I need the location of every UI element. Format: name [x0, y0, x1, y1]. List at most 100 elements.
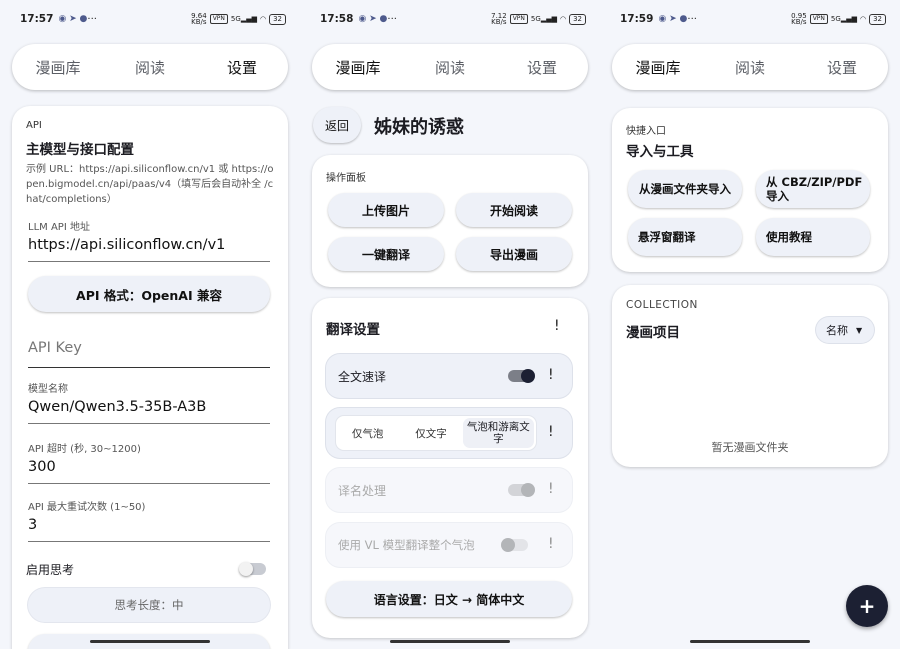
name-info-icon[interactable]: !: [548, 481, 554, 497]
net-speed: 7.12 KB/s: [491, 12, 507, 26]
vpn-badge: VPN: [509, 14, 528, 24]
llm-url-field[interactable]: LLM API 地址 https://api.siliconflow.cn/v1: [28, 218, 270, 262]
thinking-label: 启用思考: [26, 563, 75, 577]
fast-translate-toggle[interactable]: [508, 369, 535, 383]
library-screen: 17:59 ◉ ➤ ● ··· 0.95 KB/s VPN 5G▂▄▆ ◠ 32…: [600, 0, 900, 649]
comic-title: 姊妹的诱惑: [374, 117, 464, 138]
fast-info-icon[interactable]: !: [548, 367, 554, 383]
vl-model-toggle[interactable]: [501, 538, 528, 552]
quick-label: 快捷入口: [626, 126, 666, 137]
mode-segmented: 仅气泡 仅文字 气泡和游离文字: [336, 416, 536, 450]
caret-down-icon: ▼: [856, 325, 863, 335]
language-settings-button[interactable]: 语言设置：日文 → 简体中文: [326, 581, 572, 617]
battery-icon: 32: [569, 13, 586, 25]
tab-read[interactable]: 阅读: [704, 57, 796, 78]
thinking-length-button[interactable]: 思考长度：中: [28, 588, 270, 622]
home-indicator[interactable]: [690, 640, 810, 643]
plus-icon: +: [858, 594, 876, 618]
url-hint: 示例 URL：https://api.siliconflow.cn/v1 或 h…: [26, 164, 274, 205]
status-icons: ◉ ➤ ●: [658, 14, 688, 24]
start-reading-button[interactable]: 开始阅读: [456, 193, 572, 227]
back-button[interactable]: 返回: [313, 107, 361, 143]
tab-settings[interactable]: 设置: [196, 57, 288, 78]
model-label: 模型名称: [28, 384, 68, 395]
fast-translate-label: 全文速译: [338, 370, 387, 384]
status-more: ···: [387, 13, 397, 25]
vpn-badge: VPN: [209, 14, 228, 24]
translate-all-button[interactable]: 一键翻译: [328, 237, 444, 271]
collection-title: 漫画项目: [626, 325, 680, 341]
mode-text-only[interactable]: 仅文字: [399, 426, 462, 441]
info-icon[interactable]: !: [554, 318, 560, 334]
signal-icon: 5G▂▄▆: [230, 15, 257, 23]
mode-row: 仅气泡 仅文字 气泡和游离文字 !: [326, 408, 572, 458]
battery-icon: 32: [869, 13, 886, 25]
status-bar: 17:59 ◉ ➤ ● ··· 0.95 KB/s VPN 5G▂▄▆ ◠ 32: [600, 0, 900, 38]
status-icons: ◉ ➤ ●: [58, 14, 88, 24]
tutorial-button[interactable]: 使用教程: [756, 218, 870, 256]
mode-info-icon[interactable]: !: [548, 424, 554, 440]
export-comic-button[interactable]: 导出漫画: [456, 237, 572, 271]
llm-url-label: LLM API 地址: [28, 222, 90, 233]
section-label: API: [26, 120, 42, 131]
status-more: ···: [87, 13, 97, 25]
model-value: Qwen/Qwen3.5-35B-A3B: [28, 399, 207, 415]
battery-icon: 32: [269, 13, 286, 25]
name-handling-row[interactable]: 译名处理 !: [326, 468, 572, 512]
vl-model-row[interactable]: 使用 VL 模型翻译整个气泡 !: [326, 523, 572, 567]
status-time: 17:59: [620, 13, 654, 25]
tab-settings[interactable]: 设置: [496, 57, 588, 78]
mode-bubble-only[interactable]: 仅气泡: [336, 426, 399, 441]
retry-label: API 最大重试次数 (1~50): [28, 502, 146, 513]
model-field[interactable]: 模型名称 Qwen/Qwen3.5-35B-A3B: [28, 380, 270, 424]
import-archive-button[interactable]: 从 CBZ/ZIP/PDF 导入: [756, 170, 870, 208]
home-indicator[interactable]: [90, 640, 210, 643]
panel-label: 操作面板: [326, 173, 366, 184]
signal-icon: 5G▂▄▆: [830, 15, 857, 23]
status-time: 17:58: [320, 13, 354, 25]
vl-model-label: 使用 VL 模型翻译整个气泡: [338, 538, 475, 552]
tab-library[interactable]: 漫画库: [312, 57, 404, 78]
name-handling-toggle[interactable]: [508, 483, 535, 497]
float-translate-button[interactable]: 悬浮窗翻译: [628, 218, 742, 256]
tab-library[interactable]: 漫画库: [12, 57, 104, 78]
empty-message: 暂无漫画文件夹: [711, 441, 789, 454]
retry-field[interactable]: API 最大重试次数 (1~50) 3: [28, 498, 270, 542]
tab-library[interactable]: 漫画库: [612, 57, 704, 78]
translation-title: 翻译设置: [326, 322, 380, 338]
thinking-toggle[interactable]: [239, 562, 266, 576]
status-more: ···: [687, 13, 697, 25]
top-tabs: 漫画库 阅读 设置: [612, 44, 888, 90]
sort-value: 名称: [826, 324, 848, 337]
tab-settings[interactable]: 设置: [796, 57, 888, 78]
wifi-icon: ◠: [559, 15, 567, 23]
api-format-button[interactable]: API 格式：OpenAI 兼容: [28, 276, 270, 312]
tab-read[interactable]: 阅读: [104, 57, 196, 78]
collection-label: COLLECTION: [626, 299, 698, 311]
operation-panel: 操作面板 上传图片 开始阅读 一键翻译 导出漫画: [312, 155, 588, 287]
retry-value: 3: [28, 517, 38, 533]
collection-card: COLLECTION 漫画项目 名称 ▼ 暂无漫画文件夹: [612, 285, 888, 467]
net-speed: 9.64 KB/s: [191, 12, 207, 26]
home-indicator[interactable]: [390, 640, 510, 643]
mode-bubble-and-text[interactable]: 气泡和游离文字: [462, 418, 534, 448]
upload-images-button[interactable]: 上传图片: [328, 193, 444, 227]
translation-settings-card: 翻译设置 ! 全文速译 ! 仅气泡 仅文字 气泡和游离文字 ! 译名处理 ! 使…: [312, 298, 588, 638]
status-bar: 17:58 ◉ ➤ ● ··· 7.12 KB/s VPN 5G▂▄▆ ◠ 32: [300, 0, 600, 38]
wifi-icon: ◠: [259, 15, 267, 23]
fast-translate-row[interactable]: 全文速译 !: [326, 354, 572, 398]
timeout-label: API 超时 (秒, 30~1200): [28, 444, 141, 455]
status-time: 17:57: [20, 13, 54, 25]
wifi-icon: ◠: [859, 15, 867, 23]
add-fab[interactable]: +: [846, 585, 888, 627]
api-key-field[interactable]: API Key: [28, 330, 270, 368]
section-title: 主模型与接口配置: [26, 142, 134, 158]
reader-screen: 17:58 ◉ ➤ ● ··· 7.12 KB/s VPN 5G▂▄▆ ◠ 32…: [300, 0, 600, 649]
vl-info-icon[interactable]: !: [548, 536, 554, 552]
tab-read[interactable]: 阅读: [404, 57, 496, 78]
import-folder-button[interactable]: 从漫画文件夹导入: [628, 170, 742, 208]
timeout-field[interactable]: API 超时 (秒, 30~1200) 300: [28, 440, 270, 484]
net-speed: 0.95 KB/s: [791, 12, 807, 26]
api-key-placeholder: API Key: [28, 340, 82, 356]
sort-dropdown[interactable]: 名称 ▼: [816, 317, 874, 343]
